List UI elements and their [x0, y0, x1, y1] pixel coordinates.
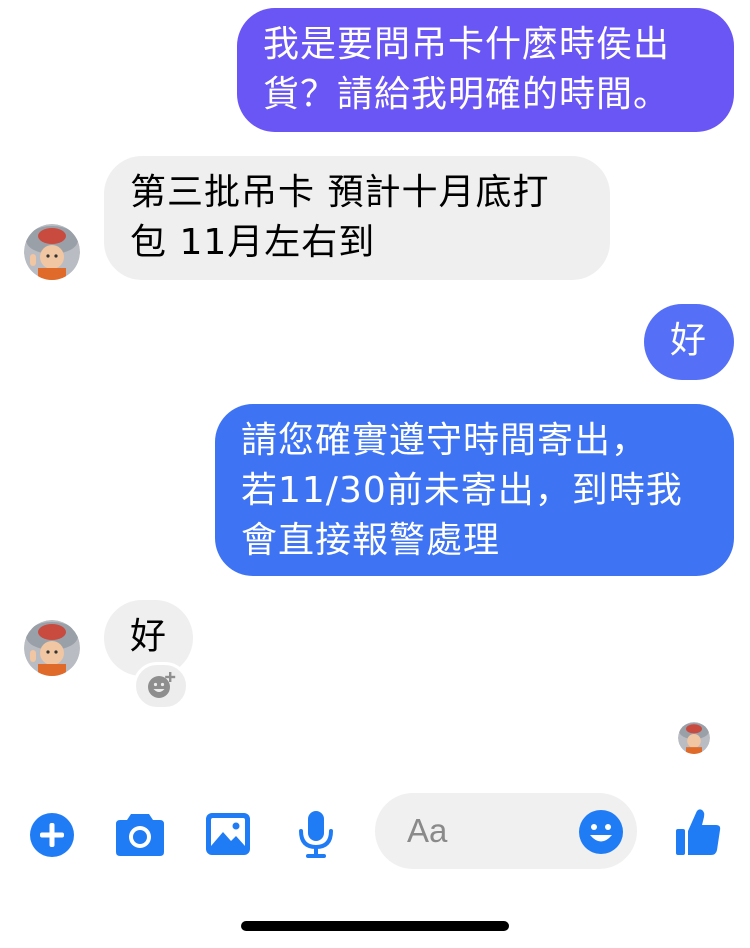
gallery-icon: [206, 813, 250, 855]
message-text-line: 貨？請給我明確的時間。: [263, 74, 671, 115]
message-bubble-outgoing[interactable]: 我是要問吊卡什麼時侯出 貨？請給我明確的時間。: [237, 8, 734, 132]
message-text-line: 包 11月左右到: [130, 222, 376, 263]
message-input[interactable]: Aa: [407, 811, 567, 851]
message-text-line: 好: [670, 320, 708, 361]
emoji-icon: [579, 810, 623, 854]
add-reaction-button[interactable]: [133, 662, 189, 710]
message-text-line: 好: [130, 616, 168, 657]
message-text-line: 若11/30前未寄出，到時我: [241, 470, 683, 511]
plus-icon: [30, 813, 74, 857]
read-receipt-avatar: [678, 722, 710, 754]
voice-message-button[interactable]: [298, 809, 334, 859]
message-text-line: 第三批吊卡 預計十月底打: [130, 172, 550, 213]
message-text-line: 我是要問吊卡什麼時侯出: [263, 24, 671, 65]
like-button[interactable]: [674, 807, 722, 857]
thumbs-up-icon: [676, 809, 721, 855]
message-bubble-incoming[interactable]: 第三批吊卡 預計十月底打 包 11月左右到: [104, 156, 610, 280]
camera-icon: [116, 814, 164, 856]
contact-avatar[interactable]: [24, 620, 80, 676]
home-indicator[interactable]: [241, 921, 509, 931]
emoji-button[interactable]: [578, 809, 624, 855]
message-bubble-outgoing[interactable]: 請您確實遵守時間寄出， 若11/30前未寄出，到時我 會直接報警處理: [215, 404, 734, 576]
camera-button[interactable]: [114, 811, 166, 857]
message-bubble-outgoing[interactable]: 好: [644, 304, 734, 380]
contact-avatar[interactable]: [24, 224, 80, 280]
message-text-line: 請您確實遵守時間寄出，: [241, 420, 649, 461]
add-reaction-icon: [148, 672, 176, 698]
more-actions-button[interactable]: [28, 811, 76, 859]
microphone-icon: [299, 811, 333, 858]
message-text-line: 會直接報警處理: [241, 520, 501, 561]
gallery-button[interactable]: [204, 811, 252, 857]
message-composer[interactable]: Aa: [375, 793, 637, 869]
